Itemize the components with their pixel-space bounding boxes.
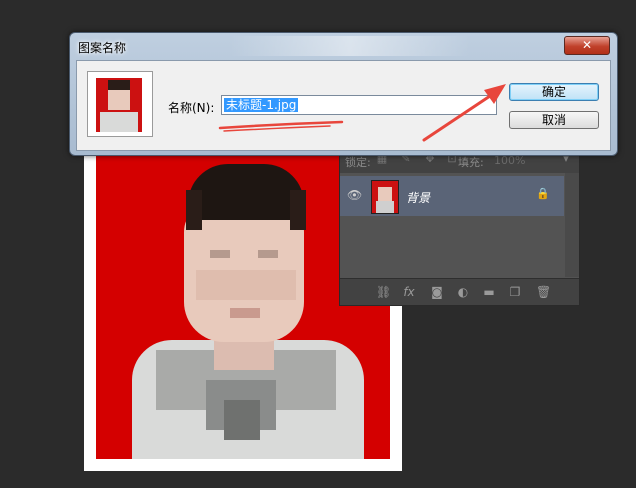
photo-hair-side-left: [186, 190, 202, 230]
layer-name: 背景: [406, 191, 431, 205]
pattern-preview: [87, 71, 153, 137]
dialog-content: 名称(N): 未标题-1.jpg 确定 取消: [76, 60, 611, 151]
photo-hair-side-right: [290, 190, 306, 230]
dialog-title: 图案名称: [78, 41, 127, 55]
lock-icon: 🔒: [536, 187, 550, 200]
fx-icon[interactable]: fx: [402, 285, 416, 299]
close-icon: ✕: [581, 38, 593, 52]
layers-footer: ⛓ fx ◙ ◐ ▬ ❐ 🗑: [340, 278, 579, 305]
name-input-value: 未标题-1.jpg: [224, 98, 299, 112]
pattern-name-dialog: 图案名称 ✕ 名称(N): 未标题-1.jpg 确定 取消: [69, 32, 618, 156]
name-input[interactable]: 未标题-1.jpg: [221, 95, 497, 115]
trash-icon[interactable]: 🗑: [536, 285, 551, 299]
eye-icon[interactable]: 👁: [347, 188, 362, 202]
close-button[interactable]: ✕: [564, 36, 610, 55]
layers-scrollbar[interactable]: [565, 173, 579, 277]
new-layer-icon[interactable]: ❐: [508, 285, 522, 299]
title-bar-glow: [230, 36, 470, 56]
layer-thumbnail: [371, 180, 399, 214]
photo-face-shade: [196, 270, 296, 300]
folder-icon[interactable]: ▬: [482, 285, 496, 299]
layers-panel: 锁定: ▦ ✎ ✥ ⊡ 填充: 100% ▾ 👁 背景 🔒 ⛓ fx ◙ ◐ ▬…: [339, 148, 580, 306]
fill-label: 填充:: [458, 156, 484, 169]
link-icon[interactable]: ⛓: [376, 285, 391, 299]
adjustment-icon[interactable]: ◐: [456, 285, 470, 299]
photo-mouth: [230, 308, 260, 318]
name-label: 名称(N):: [168, 101, 215, 115]
lock-label: 锁定:: [345, 156, 371, 169]
photo-eye-right: [258, 250, 278, 258]
photo-collar-inner: [224, 400, 260, 440]
ok-button[interactable]: 确定: [509, 83, 599, 101]
photo-hair: [188, 164, 304, 220]
cancel-button[interactable]: 取消: [509, 111, 599, 129]
layer-row-background[interactable]: 👁 背景 🔒: [340, 176, 564, 216]
photo-eye-left: [210, 250, 230, 258]
mask-icon[interactable]: ◙: [430, 285, 444, 299]
